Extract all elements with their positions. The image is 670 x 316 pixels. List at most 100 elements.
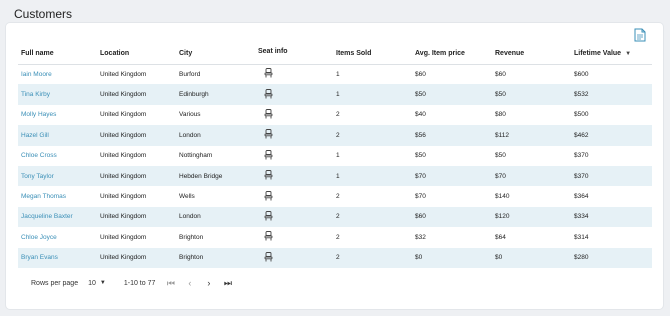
seat-icon xyxy=(264,109,273,121)
next-page-icon[interactable]: › xyxy=(199,278,218,288)
seat-icon xyxy=(264,190,273,203)
table-row[interactable]: Hazel Gill United Kingdom London 2 $56 $112 $4… xyxy=(18,125,652,146)
avg-item-price-cell: $60 xyxy=(415,70,426,78)
location-cell: United Kingdom xyxy=(97,165,176,187)
column-header-items-sold[interactable]: Items Sold xyxy=(333,44,412,65)
table-row[interactable]: Jacqueline Baxter United Kingdom London 2 $6… xyxy=(18,206,652,228)
chevron-down-icon: ▼ xyxy=(99,280,106,286)
items-sold-cell: 2 xyxy=(336,233,340,241)
first-page-icon[interactable]: ⏮ xyxy=(161,278,180,289)
lifetime-value-cell: $364 xyxy=(574,193,589,201)
lifetime-value-cell: $370 xyxy=(571,165,652,187)
table-row[interactable]: Megan Thomas United Kingdom Wells 2 $70 $140 $… xyxy=(18,186,652,206)
revenue-cell: $64 xyxy=(495,233,506,241)
avg-item-price-cell: $60 xyxy=(412,206,492,228)
lifetime-value-cell: $280 xyxy=(571,247,652,268)
pagination-bar: Rows per page 10 ▼ 1-10 to 77 ⏮ ‹ › ⏭ xyxy=(31,277,237,289)
city-cell: Edinburgh xyxy=(176,84,255,105)
items-sold-cell: 2 xyxy=(333,125,412,146)
items-sold-cell: 2 xyxy=(336,111,340,119)
revenue-cell: $50 xyxy=(492,84,571,105)
rows-per-page-select[interactable]: 10 ▼ xyxy=(88,280,106,287)
seat-info-cell xyxy=(255,125,333,146)
column-header-seat-info[interactable]: Seat info xyxy=(255,44,333,65)
table-row[interactable]: Chloe Cross United Kingdom Nottingham 1 $50 $… xyxy=(18,146,652,166)
customer-name-link[interactable]: Molly Hayes xyxy=(18,105,97,125)
items-sold-cell: 2 xyxy=(333,206,412,228)
city-cell: London xyxy=(176,206,255,228)
table-row[interactable]: Iain Moore United Kingdom Burford 1 $60 $60 $6… xyxy=(18,64,652,84)
seat-icon xyxy=(264,210,273,223)
table-row[interactable]: Chloe Joyce United Kingdom Brighton 2 $32 $64… xyxy=(18,227,652,247)
items-sold-cell: 1 xyxy=(336,70,340,78)
city-cell: Burford xyxy=(179,70,201,78)
sort-desc-icon[interactable]: ▼ xyxy=(625,51,631,57)
avg-item-price-cell: $50 xyxy=(415,152,426,160)
revenue-cell: $50 xyxy=(495,152,506,160)
city-cell: Various xyxy=(179,111,201,119)
customer-name-link[interactable]: Tina Kirby xyxy=(18,84,97,105)
table-row[interactable]: Bryan Evans United Kingdom Brighton 2 $0 $0 $2… xyxy=(18,247,652,268)
items-sold-cell: 2 xyxy=(336,193,340,201)
avg-item-price-cell: $70 xyxy=(412,165,492,187)
location-cell: United Kingdom xyxy=(100,111,147,119)
avg-item-price-cell: $0 xyxy=(412,247,492,268)
seat-info-cell xyxy=(255,84,333,105)
customer-name-link[interactable]: Megan Thomas xyxy=(18,186,97,206)
previous-page-icon[interactable]: ‹ xyxy=(180,278,199,288)
city-cell: Brighton xyxy=(176,247,255,268)
lifetime-value-cell: $370 xyxy=(574,152,589,160)
revenue-cell: $80 xyxy=(495,111,506,119)
column-header-location[interactable]: Location xyxy=(97,44,176,65)
table-header-row: Full name Location City Seat info Items … xyxy=(18,44,652,65)
city-cell: Brighton xyxy=(179,233,204,241)
revenue-cell: $0 xyxy=(492,247,571,268)
customer-name-link[interactable]: Chloe Cross xyxy=(18,146,97,166)
last-page-icon[interactable]: ⏭ xyxy=(218,278,237,289)
customer-name-link[interactable]: Tony Taylor xyxy=(18,165,97,187)
city-cell: Nottingham xyxy=(179,152,213,160)
table-row[interactable]: Tina Kirby United Kingdom Edinburgh 1 $50 $50… xyxy=(18,84,652,105)
seat-icon xyxy=(264,149,273,162)
city-cell: London xyxy=(176,125,255,146)
seat-info-cell xyxy=(255,146,333,166)
document-export-icon[interactable] xyxy=(634,28,646,42)
seat-info-cell xyxy=(255,186,333,206)
revenue-cell: $60 xyxy=(495,70,506,78)
avg-item-price-cell: $50 xyxy=(412,84,492,105)
rows-per-page-label: Rows per page xyxy=(31,279,79,287)
avg-item-price-cell: $56 xyxy=(412,125,492,146)
seat-icon xyxy=(264,68,273,80)
lifetime-value-cell: $314 xyxy=(574,233,589,241)
customer-name-link[interactable]: Jacqueline Baxter xyxy=(18,206,97,228)
column-header-avg-item-price[interactable]: Avg. Item price xyxy=(412,44,492,65)
column-header-city[interactable]: City xyxy=(176,44,255,65)
customer-name-link[interactable]: Hazel Gill xyxy=(18,125,97,146)
seat-info-cell xyxy=(255,105,333,125)
seat-info-cell xyxy=(255,206,333,228)
seat-icon xyxy=(264,170,273,182)
customer-name-link[interactable]: Bryan Evans xyxy=(18,247,97,268)
lifetime-value-cell: $600 xyxy=(574,70,589,78)
location-cell: United Kingdom xyxy=(97,125,176,146)
items-sold-cell: 1 xyxy=(333,165,412,187)
location-cell: United Kingdom xyxy=(100,70,147,78)
revenue-cell: $140 xyxy=(495,193,510,201)
table-row[interactable]: Tony Taylor United Kingdom Hebden Bridge 1 $… xyxy=(18,165,652,187)
lifetime-value-cell: $500 xyxy=(574,111,589,119)
column-header-revenue[interactable]: Revenue xyxy=(492,44,571,65)
customer-name-link[interactable]: Chloe Joyce xyxy=(18,227,97,247)
table-row[interactable]: Molly Hayes United Kingdom Various 2 $40 $80 $… xyxy=(18,105,652,125)
customers-table: Full name Location City Seat info Items … xyxy=(18,44,652,268)
location-cell: United Kingdom xyxy=(100,233,147,241)
column-header-lifetime-value-label: Lifetime Value xyxy=(574,50,622,58)
location-cell: United Kingdom xyxy=(100,193,147,201)
page-title: Customers xyxy=(14,7,73,21)
column-header-full-name[interactable]: Full name xyxy=(18,44,97,65)
seat-info-cell xyxy=(255,165,333,187)
column-header-lifetime-value[interactable]: Lifetime Value ▼ xyxy=(571,44,652,65)
customer-name-link[interactable]: Iain Moore xyxy=(18,64,97,84)
seat-info-cell xyxy=(255,64,333,84)
seat-icon xyxy=(264,251,273,264)
seat-icon xyxy=(264,88,273,101)
